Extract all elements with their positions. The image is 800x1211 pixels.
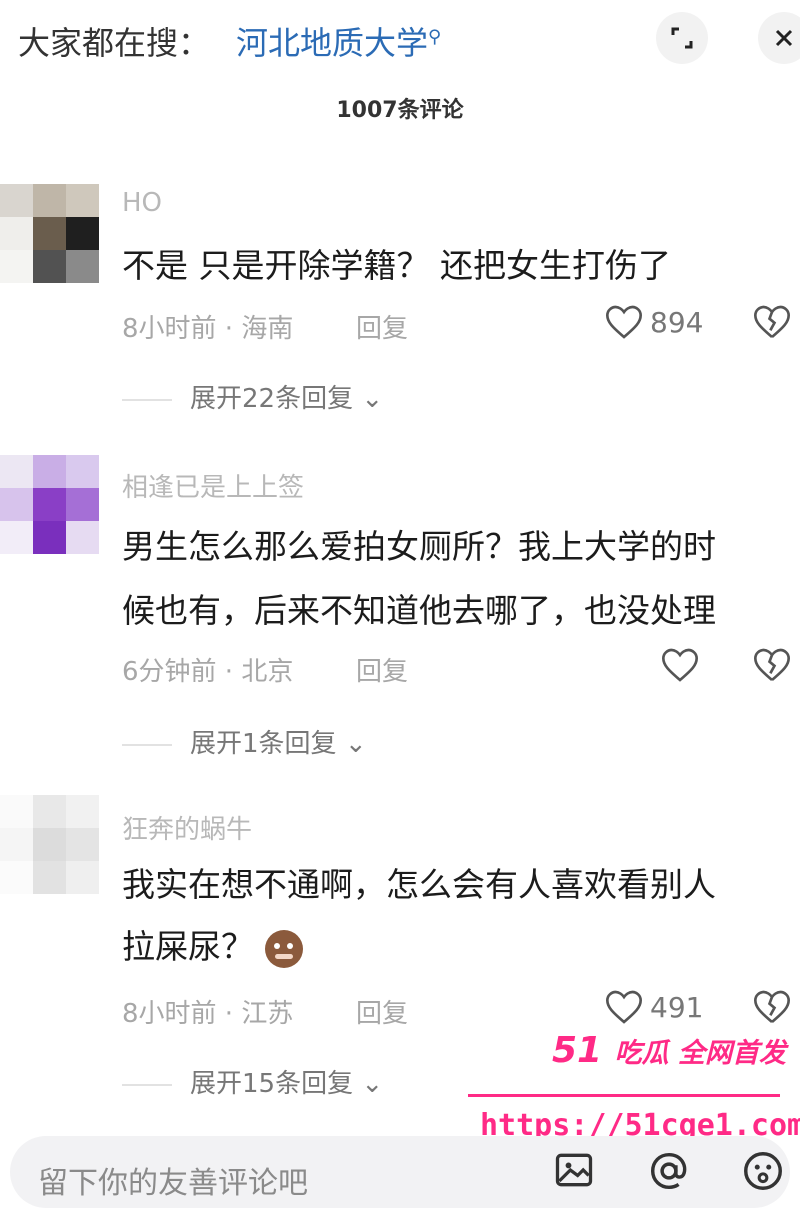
comment-text-line: 我实在想不通啊，怎么会有人喜欢看别人 — [122, 865, 716, 904]
avatar[interactable] — [0, 455, 100, 555]
username[interactable]: HO — [122, 188, 162, 218]
broken-heart-icon[interactable] — [752, 987, 792, 1027]
expand-replies-button[interactable]: 展开1条回复 ⌄ — [122, 723, 367, 760]
expand-icon — [671, 27, 693, 49]
expand-replies-button[interactable]: 展开15条回复 ⌄ — [122, 1063, 383, 1100]
comment-meta: 6分钟前 · 北京 — [122, 657, 294, 687]
search-term-text: 河北地质大学 — [236, 24, 429, 62]
chevron-down-icon: ⌄ — [361, 1069, 384, 1099]
search-suggestion-link[interactable]: 河北地质大学⚲ — [236, 18, 441, 64]
heart-icon[interactable] — [604, 302, 644, 342]
divider — [122, 1083, 172, 1086]
poop-emoji-icon — [264, 929, 303, 968]
reply-button[interactable]: 回复 — [356, 651, 408, 688]
like-count: 491 — [650, 991, 704, 1024]
divider — [122, 743, 172, 746]
emoji-icon[interactable] — [740, 1148, 786, 1194]
search-prefix: 大家都在搜： — [18, 24, 211, 62]
watermark-logo: 51 吃瓜 全网首发 — [552, 1030, 786, 1071]
expand-replies-label: 展开22条回复 — [190, 384, 354, 414]
watermark-number: 51 — [552, 1030, 603, 1071]
like-count: 894 — [650, 306, 704, 339]
image-icon[interactable] — [552, 1148, 596, 1192]
comment-item: HO 不是 只是开除学籍？ 还把女生打伤了 8小时前 · 海南 回复 894 展… — [0, 180, 800, 430]
broken-heart-icon[interactable] — [752, 302, 792, 342]
close-button[interactable] — [758, 12, 800, 64]
close-icon — [775, 29, 793, 47]
comment-meta: 8小时前 · 江苏 — [122, 999, 294, 1029]
comment-input-placeholder: 留下你的友善评论吧 — [38, 1166, 308, 1201]
avatar[interactable] — [0, 795, 100, 895]
reply-button[interactable]: 回复 — [356, 993, 408, 1030]
broken-heart-icon[interactable] — [752, 645, 792, 685]
watermark-divider — [468, 1094, 780, 1097]
comment-text-line-2: 拉屎尿？ — [122, 927, 254, 966]
search-icon: ⚲ — [428, 26, 442, 48]
comment-count: 1007条评论 — [336, 98, 464, 123]
comment-text-line: 候也有，后来不知道他去哪了，也没处理 — [122, 591, 716, 630]
expand-replies-button[interactable]: 展开22条回复 ⌄ — [122, 378, 383, 415]
expand-button[interactable] — [656, 12, 708, 64]
expand-replies-label: 展开15条回复 — [190, 1069, 354, 1099]
comment-text-line: 拉屎尿？ — [122, 915, 303, 979]
divider — [122, 398, 172, 401]
comment-text: 不是 只是开除学籍？ 还把女生打伤了 — [122, 246, 671, 285]
comment-text-line: 男生怎么那么爱拍女厕所？我上大学的时 — [122, 527, 716, 566]
at-icon[interactable] — [646, 1148, 692, 1194]
comment-item: 相逢已是上上签 男生怎么那么爱拍女厕所？我上大学的时 候也有，后来不知道他去哪了… — [0, 455, 800, 775]
heart-icon[interactable] — [660, 645, 700, 685]
watermark-tagline: 吃瓜 全网首发 — [614, 1038, 787, 1069]
username[interactable]: 狂奔的蜗牛 — [122, 809, 252, 846]
comment-input-bar: 留下你的友善评论吧 — [0, 1130, 800, 1211]
expand-replies-label: 展开1条回复 — [190, 729, 337, 759]
chevron-down-icon: ⌄ — [344, 729, 367, 759]
heart-icon[interactable] — [604, 987, 644, 1027]
comment-meta: 8小时前 · 海南 — [122, 314, 294, 344]
chevron-down-icon: ⌄ — [361, 384, 384, 414]
avatar[interactable] — [0, 184, 100, 284]
top-bar: 大家都在搜： 河北地质大学⚲ — [0, 0, 800, 80]
reply-button[interactable]: 回复 — [356, 308, 408, 345]
username[interactable]: 相逢已是上上签 — [122, 467, 304, 504]
